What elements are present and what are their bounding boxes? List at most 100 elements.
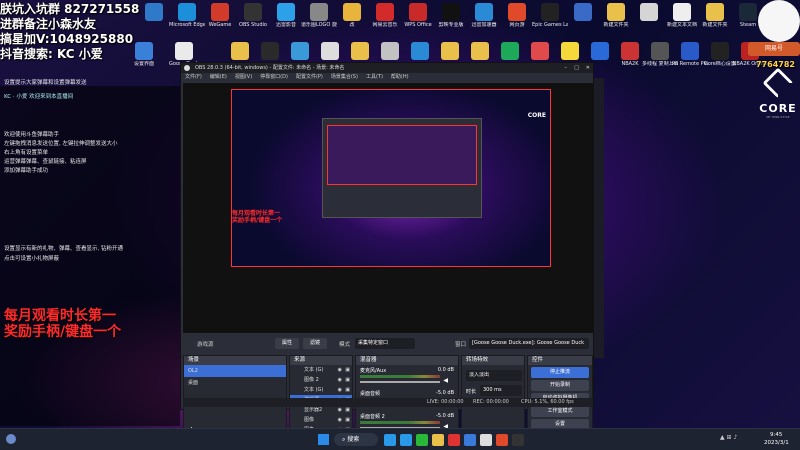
desktop-icon[interactable]: 剪映专业版 xyxy=(437,3,465,28)
danmu-panel[interactable]: 设置提示大家弹幕和设置弹幕发送 KC · 小爱 欢迎来到本直播间 欢迎使用斗鱼弹… xyxy=(0,80,180,426)
mixer-channel[interactable]: 麦克风/Aux 0.0 dB ◀ xyxy=(356,365,458,388)
desktop-icon[interactable]: NBA2K xyxy=(616,42,644,67)
menu-item[interactable]: 编辑(E) xyxy=(210,73,227,81)
desktop-icon[interactable] xyxy=(569,3,597,22)
nested-core-name: CORE xyxy=(527,112,546,119)
taskbar-app-icon[interactable] xyxy=(512,434,524,446)
scenes-dock[interactable]: 场景 OL2桌面 + xyxy=(183,355,287,437)
desktop-icon[interactable]: WeGame xyxy=(206,3,234,28)
taskbar-app-icon[interactable] xyxy=(384,434,396,446)
window-select[interactable]: [Goose Goose Duck.exe]: Goose Goose Duck xyxy=(469,338,589,349)
duration-input[interactable]: 300 ms xyxy=(480,385,522,396)
desktop-icon[interactable] xyxy=(140,3,168,22)
lock-icon[interactable]: ▣ xyxy=(345,415,350,425)
lock-icon[interactable]: ▣ xyxy=(345,385,350,395)
desktop-icon[interactable] xyxy=(556,42,584,61)
widgets-icon[interactable] xyxy=(6,434,16,444)
taskbar-app-icon[interactable] xyxy=(496,434,508,446)
obs-preview[interactable]: 每月观看时长第一 奖励手柄/键盘一个 CORE xyxy=(183,83,593,333)
desktop-icon[interactable]: 新建文件夹 xyxy=(602,3,630,28)
visibility-icon[interactable]: ◉ xyxy=(338,385,342,395)
taskbar-app-icon[interactable] xyxy=(464,434,476,446)
scene-item[interactable]: 桌面 xyxy=(184,377,286,389)
lock-icon[interactable]: ▣ xyxy=(345,375,350,385)
taskbar-app-icon[interactable] xyxy=(400,434,412,446)
taskbar-app-icon[interactable] xyxy=(448,434,460,446)
desktop-icon[interactable]: 改 xyxy=(338,3,366,28)
properties-button[interactable]: 属性 xyxy=(275,338,299,349)
start-button[interactable] xyxy=(318,434,329,445)
maximize-icon[interactable]: □ xyxy=(574,63,579,73)
transition-select[interactable]: 淡入淡出 xyxy=(466,370,522,381)
speaker-icon[interactable]: ◀ xyxy=(443,377,448,384)
desktop-icon[interactable] xyxy=(226,42,254,61)
menu-item[interactable]: 停靠窗口(D) xyxy=(260,73,288,81)
desktop-icon[interactable]: PS Remote Play xyxy=(672,42,708,67)
control-button[interactable]: 开始录制 xyxy=(531,380,589,391)
visibility-icon[interactable]: ◉ xyxy=(338,375,342,385)
transitions-dock[interactable]: 转场特效 淡入淡出 时长 300 ms xyxy=(461,355,525,437)
filters-button[interactable]: 滤镜 xyxy=(303,338,327,349)
close-icon[interactable]: ✕ xyxy=(586,63,590,73)
minimize-icon[interactable]: – xyxy=(565,63,568,73)
desktop-icon[interactable] xyxy=(586,42,614,61)
desktop-icon[interactable] xyxy=(286,42,314,61)
desktop-icon[interactable]: 网易云音乐 xyxy=(371,3,399,28)
desktop-icon[interactable] xyxy=(316,42,344,61)
desktop-icon[interactable]: 设置界面 xyxy=(130,42,158,67)
menu-item[interactable]: 视图(V) xyxy=(235,73,252,81)
menu-item[interactable]: 帮助(H) xyxy=(391,73,409,81)
visibility-icon[interactable]: ◉ xyxy=(338,365,342,375)
desktop-icon[interactable] xyxy=(376,42,404,61)
desktop-icon[interactable] xyxy=(496,42,524,61)
preview-capture[interactable]: 每月观看时长第一 奖励手柄/键盘一个 CORE xyxy=(231,89,551,267)
desktop-icon[interactable]: 迅雷影音 xyxy=(272,3,300,28)
desktop-icon[interactable] xyxy=(406,42,434,61)
desktop-icon[interactable] xyxy=(526,42,554,61)
control-button[interactable]: 工作室模式 xyxy=(531,406,589,417)
desktop-icon[interactable]: 新建文本文档 xyxy=(667,3,697,28)
desktop-icon[interactable]: WPS Office xyxy=(404,3,432,28)
sources-dock[interactable]: 来源 文本 (G)◉▣图像 2◉▣文本 (G)◉▣游戏源◉▣显示器2◉▣图像◉▣… xyxy=(289,355,353,437)
desktop-icon[interactable] xyxy=(466,42,494,61)
obs-window[interactable]: OBS 28.0.3 (64-bit, windows) - 配置文件: 未命名… xyxy=(180,62,594,443)
desktop-icon[interactable]: OBS Studio xyxy=(239,3,267,28)
channel-name: 桌面音频 2 xyxy=(360,414,385,420)
search-box[interactable]: ⌕ 搜索 xyxy=(334,433,378,446)
source-item[interactable]: 文本 (G) ◉ ▣ xyxy=(290,365,352,375)
desktop-icon[interactable] xyxy=(635,3,663,22)
menu-item[interactable]: 工具(T) xyxy=(366,73,383,81)
desktop-icon[interactable]: 新建文件夹 xyxy=(701,3,729,28)
source-item[interactable]: 文本 (G) ◉ ▣ xyxy=(290,385,352,395)
menu-item[interactable]: 配置文件(P) xyxy=(296,73,323,81)
desktop-icon[interactable]: Core档心设置 xyxy=(704,42,736,67)
taskbar-app-icon[interactable] xyxy=(480,434,492,446)
taskbar-app-icon[interactable] xyxy=(432,434,444,446)
menu-item[interactable]: 文件(F) xyxy=(185,73,202,81)
source-item[interactable]: 图像 2 ◉ ▣ xyxy=(290,375,352,385)
desktop-icon[interactable]: 道乐图LOGO 旋转2023 xyxy=(301,3,337,28)
system-tray[interactable]: ▲ ⊞ ♪ xyxy=(720,434,737,441)
mode-select[interactable]: 采集特定窗口 xyxy=(355,338,415,349)
controls-dock[interactable]: 控件 停止推流开始录制启动虚拟摄像机工作室模式设置退出 xyxy=(527,355,593,443)
desktop-icon-label: 迅雷加速器 xyxy=(471,22,497,28)
visibility-icon[interactable]: ◉ xyxy=(338,415,342,425)
desktop-icon[interactable]: 多线程 复制.bat xyxy=(642,42,678,67)
taskbar-app-icon[interactable] xyxy=(416,434,428,446)
source-item[interactable]: 图像 ◉▣ xyxy=(290,415,352,425)
volume-slider[interactable] xyxy=(360,381,440,383)
lock-icon[interactable]: ▣ xyxy=(345,365,350,375)
desktop-icon[interactable] xyxy=(436,42,464,61)
desktop-icon[interactable] xyxy=(346,42,374,61)
menu-item[interactable]: 场景集合(S) xyxy=(331,73,358,81)
desktop-icon[interactable]: 迅雷加速器 xyxy=(470,3,498,28)
scene-item[interactable]: OL2 xyxy=(184,365,286,377)
mixer-dock[interactable]: 混音器 麦克风/Aux 0.0 dB ◀ 桌面音频 -5.0 dB ◀ 桌面音频 2 -5.0… xyxy=(355,355,459,437)
desktop-icon[interactable] xyxy=(256,42,284,61)
desktop-icon[interactable]: 网页游 xyxy=(503,3,531,28)
danmu-line: 左键拖拽消息发送位置, 左键拉伸调整发送大小 xyxy=(4,141,118,147)
obs-titlebar[interactable]: OBS 28.0.3 (64-bit, windows) - 配置文件: 未命名… xyxy=(181,63,593,73)
control-button[interactable]: 停止推流 xyxy=(531,367,589,378)
desktop-icon[interactable]: Epic Games Launcher xyxy=(532,3,568,28)
desktop-icon[interactable]: Microsoft Edge xyxy=(169,3,205,28)
